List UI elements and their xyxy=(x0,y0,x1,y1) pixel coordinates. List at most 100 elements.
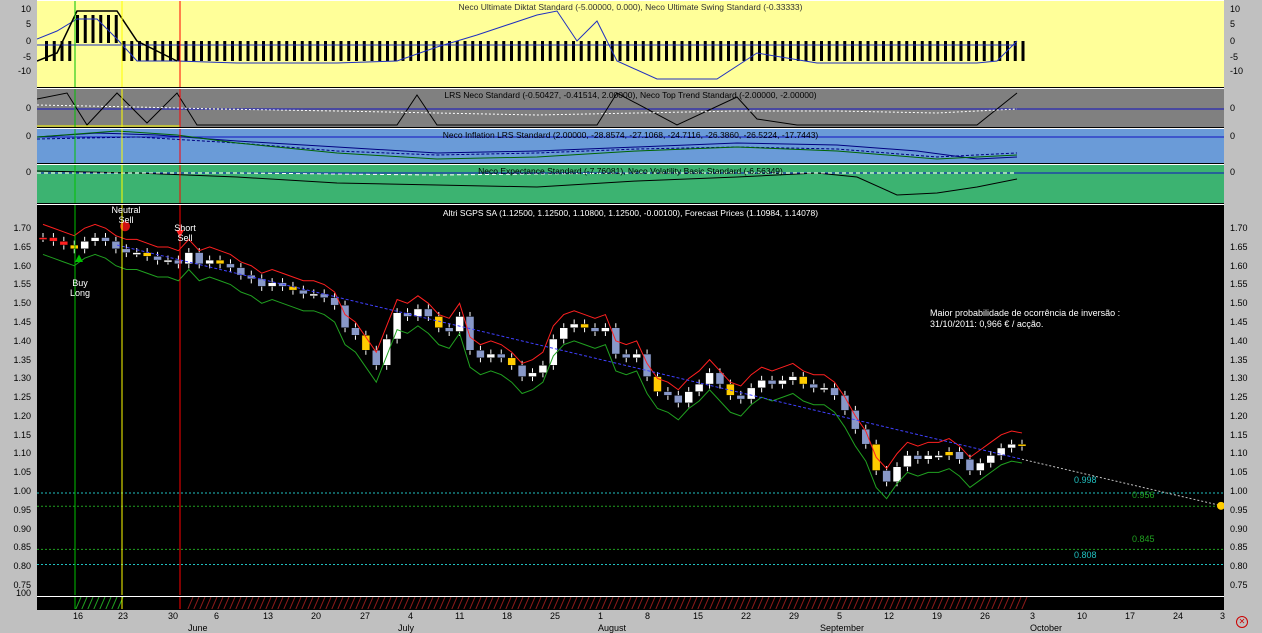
volume-hatch xyxy=(907,597,914,609)
candle-body xyxy=(799,376,808,385)
volume-hatch xyxy=(517,597,524,609)
date-tick: 17 xyxy=(1125,611,1136,621)
axis-tick: 5 xyxy=(25,19,31,29)
volume-hatch xyxy=(259,597,266,609)
candle-body xyxy=(1007,443,1016,449)
diktat-bar xyxy=(781,41,785,61)
volume-hatch xyxy=(601,597,608,609)
buy-long-arrow xyxy=(75,254,83,262)
candle-body xyxy=(132,252,141,255)
diktat-bar xyxy=(355,41,358,61)
diktat-bar xyxy=(347,41,351,61)
volume-hatch xyxy=(451,597,458,609)
volume-hatch xyxy=(925,597,932,609)
diktat-bar xyxy=(843,41,847,61)
diktat-bar xyxy=(479,41,482,61)
diktat-bar xyxy=(936,41,940,61)
volume-hatch xyxy=(283,597,290,609)
axis-tick: 1.20 xyxy=(1230,410,1248,421)
diktat-bar xyxy=(161,41,165,61)
diktat-bar xyxy=(618,41,622,61)
volume-hatch xyxy=(343,597,350,609)
diktat-bar xyxy=(246,41,250,61)
diktat-bar xyxy=(122,41,126,61)
diktat-bar xyxy=(765,41,769,61)
volume-hatch xyxy=(1015,597,1022,609)
volume-hatch xyxy=(523,597,530,609)
date-tick: 1 xyxy=(598,611,604,621)
candle-body xyxy=(955,451,964,460)
volume-hatch xyxy=(751,597,758,609)
date-tick: 10 xyxy=(1077,611,1088,621)
axis-tick: 0 xyxy=(1230,36,1236,46)
diktat-bar xyxy=(316,41,320,61)
volume-hatch xyxy=(847,597,854,609)
diktat-bar xyxy=(238,41,242,61)
volume-hatch xyxy=(289,597,296,609)
volume-hatch xyxy=(757,597,764,609)
level-label-0998: 0.998 xyxy=(1074,475,1097,485)
diktat-bar xyxy=(548,41,552,61)
candle-body xyxy=(163,259,173,263)
candle-body xyxy=(632,353,641,359)
volume-hatch xyxy=(841,597,848,609)
date-tick: 3 xyxy=(1220,611,1226,621)
candle-body xyxy=(444,327,454,332)
volume-hatch xyxy=(295,597,302,609)
volume-hatch xyxy=(541,597,548,609)
volume-hatch xyxy=(211,597,218,609)
candle-body xyxy=(819,387,829,391)
volume-hatch xyxy=(979,597,986,609)
close-icon[interactable]: ✕ xyxy=(1236,616,1248,628)
diktat-bar xyxy=(626,41,630,61)
volume-hatch xyxy=(1021,597,1028,609)
axis-tick: 0 xyxy=(1230,131,1236,141)
date-tick: 20 xyxy=(311,611,322,621)
date-tick: 15 xyxy=(693,611,704,621)
volume-hatch xyxy=(901,597,908,609)
axis-tick: 0.90 xyxy=(13,523,31,534)
diktat-bar xyxy=(525,41,529,61)
candle-body xyxy=(788,376,798,381)
expectance-panel: Neco Expectance Standard (-7.76081), Nec… xyxy=(37,164,1224,204)
axis-tick: 1.00 xyxy=(13,486,31,497)
candle-body xyxy=(538,365,548,374)
candle-body xyxy=(434,316,444,328)
volume-hatch xyxy=(205,597,212,609)
diktat-bar xyxy=(285,41,289,61)
diktat-bar xyxy=(324,41,327,61)
candle-body xyxy=(996,447,1006,456)
volume-hatch xyxy=(943,597,950,609)
axis-tick: 10 xyxy=(1230,4,1241,14)
diktat-bar xyxy=(378,41,382,61)
diktat-bar xyxy=(68,41,72,61)
diktat-bar xyxy=(750,41,754,61)
date-tick: 5 xyxy=(837,611,843,621)
volume-hatch xyxy=(589,597,596,609)
diktat-bar xyxy=(215,41,219,61)
volume-hatch xyxy=(691,597,698,609)
axis-tick: 5 xyxy=(1230,19,1236,29)
volume-hatch xyxy=(889,597,896,609)
volume-hatch xyxy=(499,597,506,609)
diktat-bar xyxy=(874,41,878,61)
date-tick: 29 xyxy=(789,611,800,621)
volume-hatch xyxy=(1009,597,1016,609)
diktat-bar xyxy=(52,41,56,61)
candle-body xyxy=(486,353,496,359)
diktat-bar xyxy=(657,41,661,61)
diktat-bar xyxy=(308,41,312,61)
price-panel-title: Altri SGPS SA (1.12500, 1.12500, 1.10800… xyxy=(442,208,819,218)
volume-hatch xyxy=(199,597,206,609)
diktat-bar xyxy=(145,41,149,61)
diktat-bar xyxy=(331,41,335,61)
volume-hatch xyxy=(193,597,200,609)
candle-body xyxy=(757,380,766,389)
diktat-bar xyxy=(1021,41,1025,61)
candle-body xyxy=(517,365,527,377)
axis-tick: 0.75 xyxy=(1230,580,1248,590)
volume-hatch xyxy=(565,597,572,609)
volume-hatch xyxy=(415,597,422,609)
volume-hatch xyxy=(775,597,782,609)
trend-line xyxy=(116,244,1023,460)
